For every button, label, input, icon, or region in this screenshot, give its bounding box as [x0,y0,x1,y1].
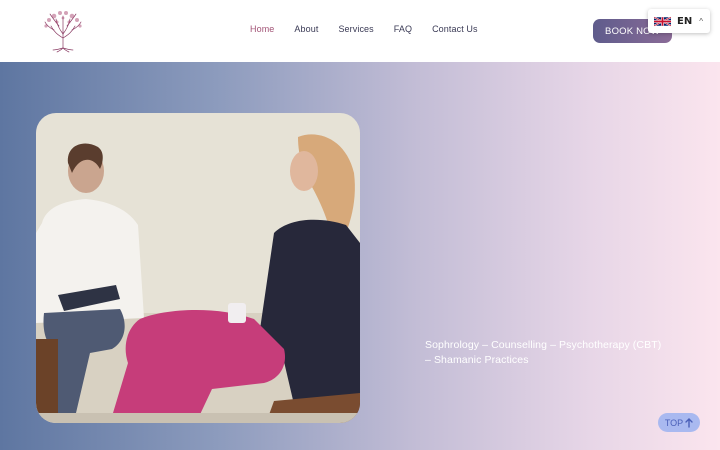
nav-item-faq[interactable]: FAQ [394,24,412,34]
hero-tagline: Sophrology – Counselling – Psychotherapy… [425,339,662,366]
arrow-up-icon [685,417,693,428]
site-header: Home About Services FAQ Contact Us BOOK … [0,0,720,62]
chevron-up-icon: ^ [699,16,703,26]
back-to-top-label: TOP [664,417,684,428]
counselling-session-photo [36,113,360,423]
nav-item-about[interactable]: About [294,24,318,34]
nav-item-contact-us[interactable]: Contact Us [432,24,478,34]
main-nav: Home About Services FAQ Contact Us [250,24,498,34]
nav-item-services[interactable]: Services [338,24,373,34]
uk-flag-icon [654,15,671,27]
nav-item-home[interactable]: Home [250,24,274,34]
back-to-top-button[interactable]: TOP [658,413,700,432]
tree-logo-icon[interactable] [40,8,86,54]
language-code: EN [677,15,693,27]
language-selector[interactable]: EN ^ [648,9,710,33]
hero-section: Sophrology – Counselling – Psychotherapy… [0,62,720,450]
